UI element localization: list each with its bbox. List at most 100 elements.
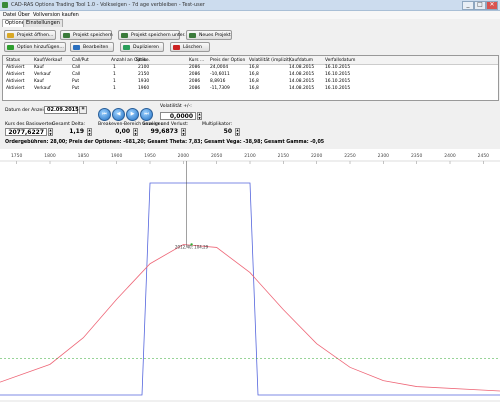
cell-anzahl: 1 (113, 65, 116, 70)
multiplier-field[interactable]: 50 (210, 128, 234, 136)
next-button[interactable]: ▶ (126, 108, 139, 121)
chart-svg[interactable]: 1750 1800 1850 1900 1950 2000 2050 2100 2150 2200… (0, 149, 500, 400)
title-bar: CAD-RAS Options Trading Tool 1.0 - Volks… (0, 0, 500, 11)
col-strike[interactable]: Strike (136, 58, 149, 63)
profit-field[interactable]: 99,6873 (146, 128, 180, 136)
app-icon (2, 2, 8, 8)
add-icon (7, 45, 14, 50)
cell-kaufdatum: 14.08.2015 (289, 86, 315, 91)
minimize-button[interactable]: _ (462, 1, 474, 10)
base-price-label: Kurs des Basiswertes: (5, 122, 56, 127)
open-project-button[interactable]: Projekt öffnen... (4, 30, 56, 40)
previous-icon: ◀ (116, 111, 121, 117)
cell-call-put: Call (72, 65, 81, 70)
x-tick-label: 2000 (178, 153, 190, 159)
open-project-label: Projekt öffnen... (17, 33, 54, 38)
cell-strike: 1960 (138, 86, 150, 91)
table-row[interactable]: Aktiviert Kauf Call 1 2100 2086 24,0004 … (3, 65, 498, 71)
new-project-label: Neues Projekt (199, 33, 231, 38)
edit-label: Bearbeiten (83, 45, 109, 50)
window-title: CAD-RAS Options Trading Tool 1.0 - Volks… (11, 2, 205, 8)
previous-button[interactable]: ◀ (112, 108, 125, 121)
delete-button[interactable]: Löschen (170, 42, 210, 52)
x-tick-label: 2450 (478, 153, 490, 159)
menu-ueber[interactable]: Über (18, 12, 30, 18)
base-price-spinner[interactable]: ▲ ▼ (48, 128, 53, 136)
add-option-button[interactable]: Option hinzufügen... (4, 42, 66, 52)
cell-volatilitaet: 16,8 (249, 65, 259, 70)
x-tick-label: 1800 (44, 153, 56, 159)
range-field[interactable]: 0,00 (102, 128, 132, 136)
x-tick-label: 2050 (211, 153, 223, 159)
profit-spinner[interactable]: ▲ ▼ (181, 128, 186, 136)
col-kurs[interactable]: Kurs ... (189, 58, 204, 63)
cell-verfallsdatum: 16.10.2015 (325, 86, 351, 91)
x-tick-label: 1900 (111, 153, 123, 159)
table-row[interactable]: Aktiviert Verkauf Put 1 1960 2086 -11,73… (3, 86, 498, 92)
volatility-field[interactable]: 0,0000 (160, 112, 196, 120)
menu-datei[interactable]: Datei (3, 12, 16, 18)
save-project-button[interactable]: Projekt speichern (60, 30, 113, 40)
cell-kurs: 2086 (189, 79, 201, 84)
cell-strike: 2150 (138, 72, 150, 77)
delete-label: Löschen (183, 45, 202, 50)
x-tick-label: 1950 (144, 153, 156, 159)
cell-verfallsdatum: 16.10.2015 (325, 72, 351, 77)
cell-kauf-verkauf: Verkauf (34, 86, 51, 91)
base-price-field[interactable]: 2077,6227 (5, 128, 47, 136)
add-option-label: Option hinzufügen... (17, 45, 64, 50)
save-project-as-button[interactable]: Projekt speichern unter... (118, 30, 188, 40)
maximize-button[interactable]: □ (474, 1, 486, 10)
total-delta-value: 1,19 (69, 128, 84, 135)
col-kauf-verkauf[interactable]: Kauf/Verkauf (34, 58, 62, 63)
col-volatilitaet[interactable]: Volatilität (implizit) (249, 58, 291, 63)
cell-preis: 8,8916 (210, 79, 226, 84)
duplicate-label: Duplizieren (133, 45, 159, 50)
col-kaufdatum[interactable]: Kaufdatum (289, 58, 313, 63)
cell-status: Aktiviert (6, 86, 25, 91)
volatility-spinner[interactable]: ▲ ▼ (197, 112, 202, 120)
total-delta-spinner[interactable]: ▲ ▼ (87, 128, 92, 136)
edit-button[interactable]: Bearbeiten (70, 42, 114, 52)
x-tick-label: 2150 (278, 153, 290, 159)
multiplier-spinner[interactable]: ▲ ▼ (235, 128, 240, 136)
volatility-label: Volatilität +/-: (160, 104, 192, 109)
menu-vollversion[interactable]: Vollversion kaufen (33, 12, 79, 18)
cell-verfallsdatum: 16.10.2015 (325, 79, 351, 84)
delete-icon (173, 45, 180, 50)
cell-strike: 2100 (138, 65, 150, 70)
close-button[interactable]: ✕ (486, 1, 498, 10)
duplicate-button[interactable]: Duplizieren (120, 42, 164, 52)
table-row[interactable]: Aktiviert Kauf Put 1 1930 2086 8,8916 16… (3, 79, 498, 85)
cell-status: Aktiviert (6, 72, 25, 77)
cell-anzahl: 1 (113, 72, 116, 77)
range-spinner[interactable]: ▲ ▼ (133, 128, 138, 136)
date-field[interactable]: 02.09.2015 (44, 106, 79, 114)
first-button[interactable]: ⏮ (98, 108, 111, 121)
calendar-dropdown[interactable]: ▦ (79, 106, 87, 114)
data-point-label: 2012,40; 104,29 (175, 244, 209, 249)
cell-status: Aktiviert (6, 65, 25, 70)
cell-volatilitaet: 16,8 (249, 79, 259, 84)
profit-label: Gewinn und Verlust: (142, 122, 189, 127)
cell-kaufdatum: 14.08.2015 (289, 79, 315, 84)
cell-kaufdatum: 14.08.2015 (289, 72, 315, 77)
table-row[interactable]: Aktiviert Verkauf Call 1 2150 2086 -10,6… (3, 72, 498, 78)
summary-line: Ordergebühren: 28,00; Preis der Optionen… (5, 140, 325, 145)
last-button[interactable]: ⏭ (140, 108, 153, 121)
col-call-put[interactable]: Call/Put (72, 58, 89, 63)
options-table[interactable]: Status Kauf/Verkauf Call/Put Anzahl an O… (2, 55, 499, 101)
payoff-chart[interactable]: 1750 1800 1850 1900 1950 2000 2050 2100 2150 2200… (0, 149, 500, 400)
new-project-button[interactable]: Neues Projekt (186, 30, 232, 40)
x-tick-label: 2250 (344, 153, 356, 159)
col-verfallsdatum[interactable]: Verfallsdatum (325, 58, 355, 63)
save-project-label: Projekt speichern (73, 33, 113, 38)
calendar-icon: ▦ (81, 106, 85, 110)
cell-volatilitaet: 16,8 (249, 72, 259, 77)
new-project-icon (189, 33, 196, 38)
col-status[interactable]: Status (6, 58, 20, 63)
tab-einstellungen[interactable]: Einstellungen (23, 19, 63, 27)
cell-volatilitaet: 16,8 (249, 86, 259, 91)
x-tick-label: 2350 (411, 153, 423, 159)
col-preis[interactable]: Preis der Option (210, 58, 245, 63)
